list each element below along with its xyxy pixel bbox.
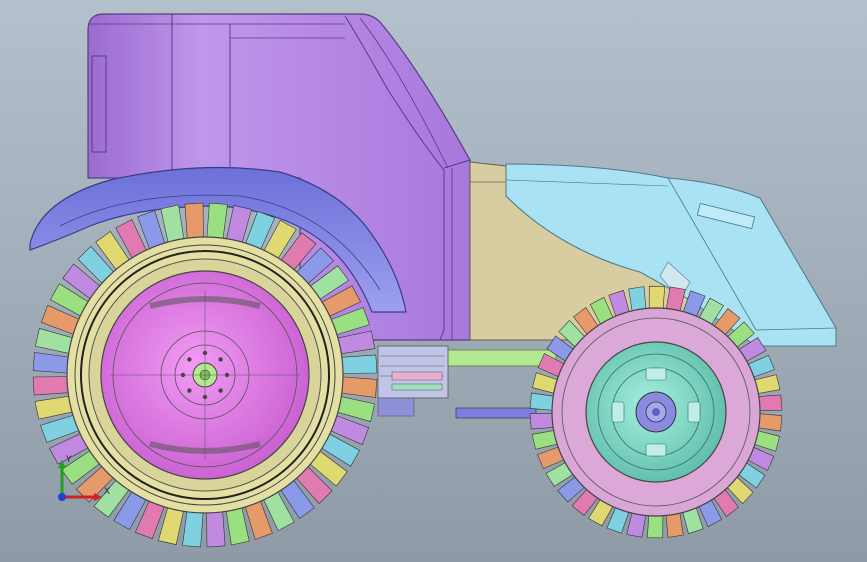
triad-y-label: Y (65, 455, 72, 465)
hub-bolt (218, 357, 223, 362)
cad-viewport[interactable]: X Y (0, 0, 867, 562)
rear-wheel[interactable] (32, 202, 378, 548)
hub-bolt (218, 388, 223, 393)
hub-bolt (187, 388, 192, 393)
triad-x-label: X (104, 487, 110, 497)
hub-bolt (187, 357, 192, 362)
tractor-model[interactable]: X Y (0, 0, 867, 562)
front-wheel[interactable] (529, 285, 783, 539)
chassis-frame (377, 345, 557, 419)
